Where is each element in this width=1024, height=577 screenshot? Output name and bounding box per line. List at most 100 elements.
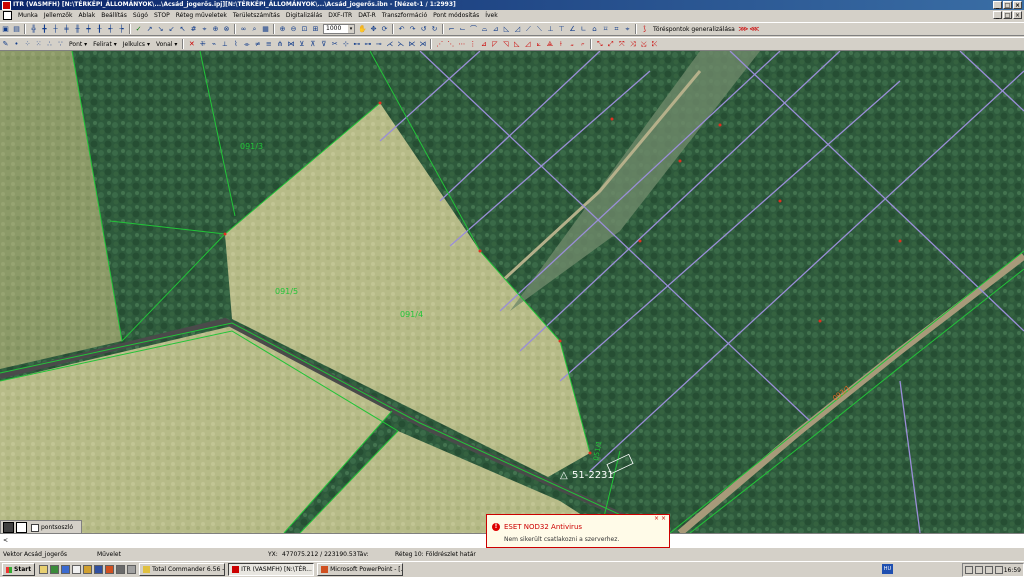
zoom-extent-icon[interactable]: ⊞: [311, 25, 320, 34]
draw-tool-icon[interactable]: ⌓: [480, 25, 489, 34]
arrow-icon[interactable]: ↙: [167, 25, 176, 34]
vertex-tool-icon[interactable]: ⊿: [479, 40, 488, 49]
edit-tool-icon[interactable]: ⁜: [198, 40, 207, 49]
doc-close-button[interactable]: ×: [1013, 11, 1022, 19]
open-icon[interactable]: ▤: [12, 25, 21, 34]
vertex-tool-icon[interactable]: ⋱: [446, 40, 455, 49]
node-tool-icon[interactable]: ╋: [40, 25, 49, 34]
edit-tool-icon[interactable]: ≡: [264, 40, 273, 49]
point-icon[interactable]: ∴: [45, 40, 54, 49]
edit-tool-icon[interactable]: ⋋: [396, 40, 405, 49]
edit-tool-icon[interactable]: ⋌: [385, 40, 394, 49]
draw-tool-icon[interactable]: ⊥: [546, 25, 555, 34]
browser-icon[interactable]: [61, 565, 71, 574]
draw-tool-icon[interactable]: ⌗: [612, 25, 621, 34]
menu-transzformacio[interactable]: Transzformáció: [379, 10, 430, 21]
excel-icon[interactable]: [50, 565, 60, 574]
edit-tool-icon[interactable]: ⋊: [418, 40, 427, 49]
draw-icon[interactable]: ✎: [1, 40, 10, 49]
notification-close-button[interactable]: × ×: [654, 515, 666, 522]
app-icon[interactable]: [127, 565, 137, 574]
edit-tool-icon[interactable]: ⌯: [242, 40, 251, 49]
draw-tool-icon[interactable]: ⊤: [557, 25, 566, 34]
layer-checkbox[interactable]: [31, 523, 39, 532]
move-icon[interactable]: ✥: [369, 25, 378, 34]
menu-teruletszamitas[interactable]: Területszámítás: [230, 10, 283, 21]
node-tool-icon[interactable]: ┽: [106, 25, 115, 34]
generalize-icon[interactable]: ⟆: [640, 25, 649, 34]
map-canvas[interactable]: 091/3 091/4 091/5 093/1 051/1 △ 51-2231: [0, 51, 1024, 533]
firefox-icon[interactable]: [72, 565, 82, 574]
undo-icon[interactable]: ↶: [397, 25, 406, 34]
menu-reteg-muveletek[interactable]: Réteg műveletek: [173, 10, 230, 21]
vertex-tool-icon[interactable]: ◺: [512, 40, 521, 49]
vertex-tool-icon[interactable]: ⋯: [457, 40, 466, 49]
search-icon[interactable]: ⌕: [250, 25, 259, 34]
draw-tool-icon[interactable]: ⟋: [524, 25, 533, 34]
redo-icon[interactable]: ↷: [408, 25, 417, 34]
redo-list-icon[interactable]: ↻: [430, 25, 439, 34]
point-icon[interactable]: ∵: [56, 40, 65, 49]
menu-beallitas[interactable]: Beállítás: [98, 10, 130, 21]
draw-tool-icon[interactable]: ∠: [568, 25, 577, 34]
start-button[interactable]: Start: [2, 563, 36, 576]
binoculars-icon[interactable]: ∞: [239, 25, 248, 34]
node-tool-icon[interactable]: ╬: [29, 25, 38, 34]
node-tool-icon[interactable]: ╂: [95, 25, 104, 34]
node-tool-icon[interactable]: ╫: [73, 25, 82, 34]
grid-icon[interactable]: #: [189, 25, 198, 34]
menu-jellemzok[interactable]: Jellemzők: [41, 10, 76, 21]
edit-tool-icon[interactable]: ⋔: [275, 40, 284, 49]
vertex-tool-icon[interactable]: ⟔: [578, 40, 587, 49]
tray-icon[interactable]: [975, 566, 983, 574]
draw-tool-icon[interactable]: ◺: [502, 25, 511, 34]
clock[interactable]: 16:59: [1004, 567, 1021, 574]
dropdown-felirat[interactable]: Felirat ▾: [90, 41, 120, 48]
snap-icon[interactable]: ⌖: [200, 25, 209, 34]
edit-tool-icon[interactable]: ⊹: [341, 40, 350, 49]
vertex-tool-icon[interactable]: ⟓: [567, 40, 576, 49]
dropdown-pont[interactable]: Pont ▾: [66, 41, 90, 48]
point-icon[interactable]: ⁘: [23, 40, 32, 49]
arrow-icon[interactable]: ↘: [156, 25, 165, 34]
edit-tool-icon[interactable]: ⋉: [407, 40, 416, 49]
vertex-tool-icon[interactable]: ⤨: [628, 40, 637, 49]
arrow-icon[interactable]: ↖: [178, 25, 187, 34]
vertex-tool-icon[interactable]: ⤧: [617, 40, 626, 49]
node-tool-icon[interactable]: ┾: [117, 25, 126, 34]
doc-minimize-button[interactable]: _: [993, 11, 1002, 19]
dropdown-vonal[interactable]: Vonal ▾: [153, 41, 180, 48]
vertex-tool-icon[interactable]: ⋮: [468, 40, 477, 49]
node-tool-icon[interactable]: ╪: [62, 25, 71, 34]
draw-tool-icon[interactable]: ⌑: [601, 25, 610, 34]
menu-dat-r[interactable]: DAT-R: [355, 10, 379, 21]
tray-icon[interactable]: [995, 566, 1003, 574]
snap-icon[interactable]: ⊕: [211, 25, 220, 34]
draw-tool-icon[interactable]: ⌖: [623, 25, 632, 34]
zoom-in-icon[interactable]: ⊕: [278, 25, 287, 34]
snap-icon[interactable]: ⊗: [222, 25, 231, 34]
document-menu-icon[interactable]: [3, 11, 12, 20]
vertex-tool-icon[interactable]: ⤢: [606, 40, 615, 49]
draw-tool-icon[interactable]: ⌒: [469, 25, 478, 34]
save-icon[interactable]: ▣: [1, 25, 10, 34]
close-button[interactable]: ×: [1013, 1, 1022, 9]
hand-pan-icon[interactable]: ✋: [358, 25, 367, 34]
check-icon[interactable]: ✓: [134, 25, 143, 34]
draw-tool-icon[interactable]: ⌙: [458, 25, 467, 34]
powerpoint-icon[interactable]: [105, 565, 115, 574]
dropdown-jelkulcs[interactable]: Jelkulcs ▾: [120, 41, 153, 48]
zoom-out-icon[interactable]: ⊖: [289, 25, 298, 34]
edit-tool-icon[interactable]: ⋈: [286, 40, 295, 49]
word-icon[interactable]: [94, 565, 104, 574]
draw-tool-icon[interactable]: ⊿: [491, 25, 500, 34]
draw-tool-icon[interactable]: ⟍: [535, 25, 544, 34]
vertex-tool-icon[interactable]: ⋰: [435, 40, 444, 49]
draw-tool-icon[interactable]: ◿: [513, 25, 522, 34]
vertex-tool-icon[interactable]: ⟀: [534, 40, 543, 49]
undo-list-icon[interactable]: ↺: [419, 25, 428, 34]
edit-tool-icon[interactable]: ≠: [253, 40, 262, 49]
vertex-tool-icon[interactable]: ⟁: [545, 40, 554, 49]
generalize-icon-2[interactable]: ⋙: [738, 25, 748, 34]
generalize-icon-3[interactable]: ⋘: [749, 25, 759, 34]
